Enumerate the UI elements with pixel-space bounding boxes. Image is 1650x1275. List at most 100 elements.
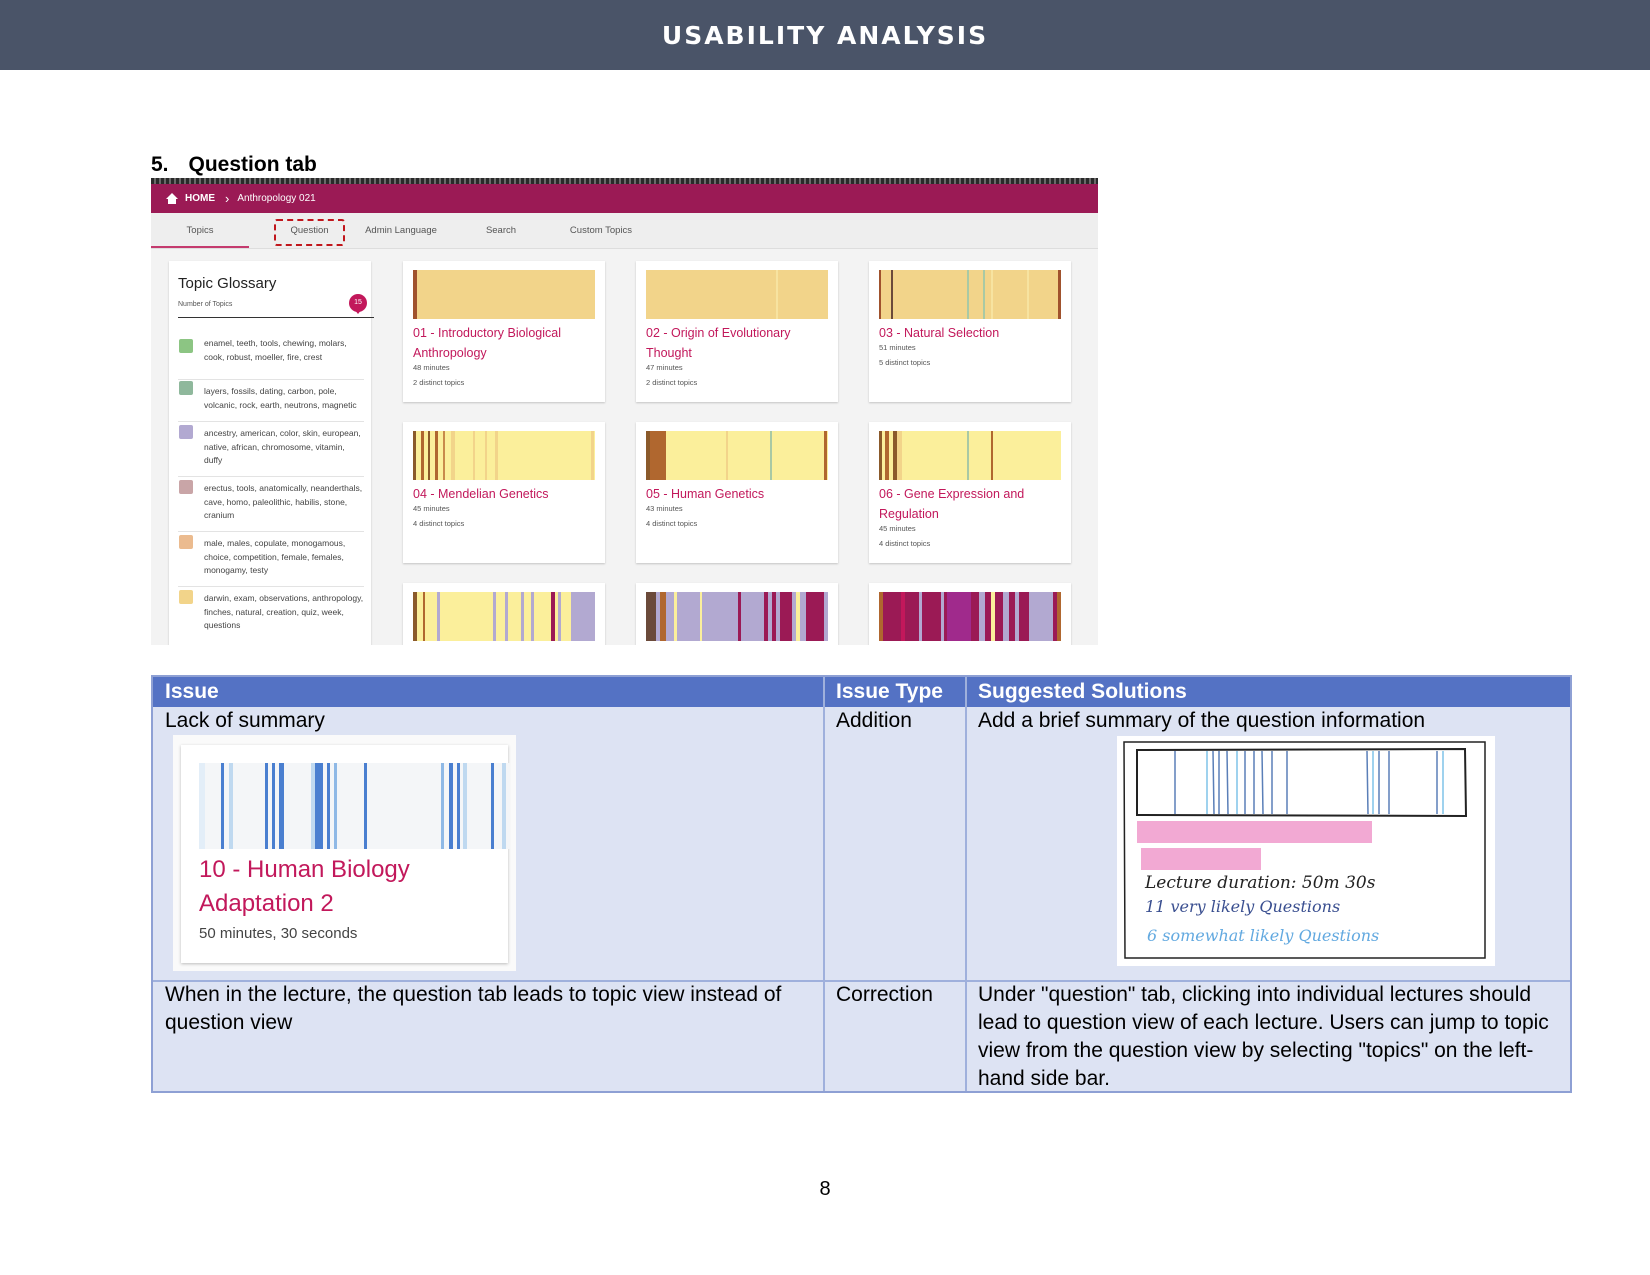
- lecture-duration: 51 minutes: [879, 343, 916, 352]
- lecture-card[interactable]: 06 - Gene Expression and Regulation 45 m…: [869, 422, 1071, 563]
- timeline-segment: [901, 592, 905, 641]
- sketch-very-likely-text: 11 very likely Questions: [1145, 897, 1340, 916]
- glossary-item[interactable]: layers, fossils, dating, carbon, pole, v…: [178, 379, 364, 422]
- tab-topics[interactable]: Topics: [151, 213, 249, 248]
- lecture-card[interactable]: [869, 583, 1071, 645]
- lecture-topic-count: 2 distinct topics: [646, 378, 698, 387]
- timeline-segment: [1027, 270, 1029, 319]
- lecture-card[interactable]: 05 - Human Genetics 43 minutes 4 distinc…: [636, 422, 838, 563]
- timeline-segment: [879, 270, 1061, 319]
- tab-custom-topics[interactable]: Custom Topics: [556, 213, 646, 248]
- glossary-item[interactable]: enamel, teeth, tools, chewing, molars, c…: [178, 337, 364, 380]
- topic-timeline-bar: [646, 431, 828, 480]
- timeline-segment: [1029, 592, 1053, 641]
- timeline-segment: [1015, 592, 1019, 641]
- timeline-segment: [327, 763, 330, 849]
- app-screenshot: HOME › Anthropology 021 Topics Question …: [151, 178, 1098, 645]
- lecture-meta: 45 minutes 4 distinct topics: [413, 501, 464, 531]
- lecture-topic-count: 4 distinct topics: [413, 519, 465, 528]
- lecture-card[interactable]: 04 - Mendelian Genetics 45 minutes 4 dis…: [403, 422, 605, 563]
- sketch-somewhat-likely-text: 6 somewhat likely Questions: [1147, 926, 1379, 945]
- glossary-item[interactable]: male, males, copulate, monogamous, choic…: [178, 531, 364, 587]
- timeline-segment: [770, 431, 772, 480]
- lecture-card[interactable]: 02 - Origin of Evolutionary Thought 47 m…: [636, 261, 838, 402]
- timeline-segment: [891, 270, 893, 319]
- timeline-segment: [646, 592, 656, 641]
- timeline-segment: [334, 763, 337, 849]
- timeline-segment: [941, 592, 944, 641]
- timeline-segment: [893, 431, 897, 480]
- timeline-segment: [558, 592, 561, 641]
- timeline-segment: [991, 270, 993, 319]
- header-banner: USABILITY ANALYSIS: [0, 0, 1650, 70]
- timeline-segment: [991, 431, 993, 480]
- tab-search[interactable]: Search: [471, 213, 531, 248]
- timeline-segment: [272, 763, 275, 849]
- timeline-segment: [780, 592, 792, 641]
- lecture-duration: 45 minutes: [413, 504, 450, 513]
- lecture-card[interactable]: 03 - Natural Selection 51 minutes 5 dist…: [869, 261, 1071, 402]
- tab-admin-language[interactable]: Admin Language: [356, 213, 446, 248]
- timeline-segment: [991, 592, 995, 641]
- glossary-item[interactable]: ancestry, american, color, skin, europea…: [178, 421, 364, 477]
- timeline-segment: [491, 763, 494, 849]
- lecture-card[interactable]: 01 - Introductory Biological Anthropolog…: [403, 261, 605, 402]
- topic-keywords: ancestry, american, color, skin, europea…: [204, 428, 361, 465]
- lecture-card-example: 10 - Human Biology Adaptation 2 50 minut…: [173, 735, 516, 971]
- topic-count-slider[interactable]: [178, 317, 374, 318]
- timeline-segment: [502, 763, 506, 849]
- column-divider: [965, 677, 967, 1091]
- lecture-title[interactable]: 01 - Introductory Biological Anthropolog…: [413, 323, 603, 363]
- timeline-segment: [726, 431, 728, 480]
- page-number: 8: [819, 1178, 831, 1200]
- lecture-title[interactable]: 06 - Gene Expression and Regulation: [879, 484, 1069, 524]
- timeline-segment: [413, 270, 417, 319]
- section-heading: 5. Question tab: [151, 153, 317, 177]
- lecture-title[interactable]: 02 - Origin of Evolutionary Thought: [646, 323, 836, 363]
- lecture-card[interactable]: [636, 583, 838, 645]
- topic-keywords: erectus, tools, anatomically, neandertha…: [204, 483, 363, 520]
- breadcrumb-home[interactable]: HOME: [185, 193, 215, 204]
- timeline-segment: [443, 431, 445, 480]
- timeline-segment: [449, 763, 453, 849]
- topic-timeline-bar: [646, 592, 828, 641]
- timeline-segment: [700, 592, 702, 641]
- timeline-segment: [279, 763, 284, 849]
- timeline-segment: [571, 592, 595, 641]
- topic-count-badge[interactable]: 15: [349, 294, 367, 314]
- topic-color-swatch: [179, 480, 193, 494]
- glossary-item[interactable]: erectus, tools, anatomically, neandertha…: [178, 476, 364, 532]
- issue-cell: When in the lecture, the question tab le…: [165, 983, 782, 1034]
- lecture-card[interactable]: [403, 583, 605, 645]
- timeline-segment: [451, 431, 455, 480]
- timeline-segment: [413, 431, 595, 480]
- glossary-item[interactable]: darwin, exam, observations, anthropology…: [178, 586, 364, 641]
- lecture-topic-count: 2 distinct topics: [413, 378, 465, 387]
- section-title: Question tab: [188, 153, 317, 176]
- timeline-segment: [311, 763, 315, 849]
- header-suggested-solutions: Suggested Solutions: [978, 677, 1187, 707]
- timeline-segment: [495, 431, 498, 480]
- lecture-meta: 43 minutes 4 distinct topics: [646, 501, 697, 531]
- timeline-segment: [551, 592, 555, 641]
- timeline-segment: [650, 431, 666, 480]
- timeline-segment: [435, 431, 438, 480]
- timeline-segment: [421, 431, 424, 480]
- timeline-segment: [531, 592, 534, 641]
- breadcrumb: HOME › Anthropology 021: [151, 184, 1098, 213]
- timeline-segment: [505, 592, 508, 641]
- lecture-meta: 48 minutes 2 distinct topics: [413, 360, 464, 390]
- timeline-segment: [967, 270, 969, 319]
- chevron-right-icon: ›: [225, 191, 230, 206]
- breadcrumb-course[interactable]: Anthropology 021: [237, 193, 315, 204]
- timeline-segment: [660, 592, 666, 641]
- timeline-segment: [457, 763, 460, 849]
- timeline-segment: [772, 592, 776, 641]
- timeline-segment: [493, 592, 496, 641]
- issue-cell: Lack of summary: [165, 709, 325, 732]
- timeline-segment: [646, 431, 650, 480]
- topic-timeline-bar: [413, 592, 595, 641]
- home-icon[interactable]: [165, 192, 179, 205]
- timeline-segment: [764, 592, 768, 641]
- section-number: 5.: [151, 153, 169, 176]
